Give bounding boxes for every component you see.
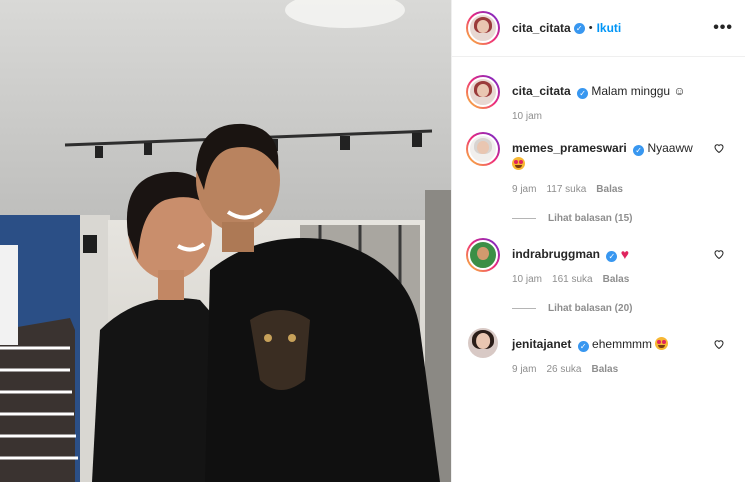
- post-photo[interactable]: [0, 0, 451, 482]
- avatar-face: [477, 140, 489, 155]
- author-avatar-image: [468, 13, 498, 43]
- heart-icon[interactable]: [713, 248, 725, 260]
- heart-icon[interactable]: [713, 338, 725, 350]
- post-header: cita_citata ✓ • Ikuti •••: [452, 0, 745, 57]
- comment-item: indrabruggman ✓ ♥ 10 jam 161 suka Balas: [466, 238, 733, 285]
- reply-button[interactable]: Balas: [596, 184, 623, 195]
- view-replies-label: Lihat balasan (15): [548, 213, 633, 224]
- avatar-face: [477, 19, 489, 34]
- view-replies-label: Lihat balasan (20): [548, 303, 633, 314]
- post-side-panel: cita_citata ✓ • Ikuti ••• cita_citata ✓: [451, 0, 745, 482]
- comment-likes[interactable]: 117 suka: [546, 184, 586, 195]
- comment-body: jenitajanet ✓ ehemmmm 9 jam 26 suka Bala…: [512, 328, 733, 375]
- comment-meta: 9 jam 26 suka Balas: [512, 364, 733, 375]
- comment-avatar[interactable]: [468, 328, 498, 358]
- caption-text: Malam minggu ☺: [591, 84, 686, 98]
- verified-badge-icon: ✓: [633, 145, 645, 156]
- verified-badge-icon: ✓: [606, 251, 618, 262]
- star-struck-emoji-icon: [655, 337, 669, 350]
- caption-avatar[interactable]: [466, 75, 500, 109]
- comment-text: Nyaaww: [647, 141, 693, 155]
- photo-illustration: [0, 0, 451, 482]
- author-username[interactable]: cita_citata: [512, 21, 571, 35]
- comment-meta: 10 jam 161 suka Balas: [512, 274, 733, 285]
- comment-time[interactable]: 9 jam: [512, 364, 536, 375]
- comment-time[interactable]: 9 jam: [512, 184, 536, 195]
- comment-text: ehemmmm: [592, 337, 653, 351]
- red-heart-emoji-icon: ♥: [620, 246, 630, 262]
- comment-username[interactable]: jenitajanet: [512, 337, 571, 351]
- comment-meta: 9 jam 117 suka Balas: [512, 184, 733, 195]
- comment-text-line: jenitajanet ✓ ehemmmm: [512, 336, 733, 352]
- view-replies-button[interactable]: Lihat balasan (15): [512, 213, 733, 224]
- replies-divider: [512, 308, 536, 309]
- avatar-face: [477, 246, 489, 261]
- more-options-icon[interactable]: •••: [713, 19, 733, 37]
- star-struck-emoji-icon: [512, 157, 525, 170]
- caption-row: cita_citata ✓ Malam minggu ☺ 10 jam: [466, 75, 733, 122]
- avatar-face: [476, 333, 490, 349]
- verified-badge-icon: ✓: [573, 22, 585, 34]
- view-replies-button[interactable]: Lihat balasan (20): [512, 303, 733, 314]
- comment-avatar-image: [468, 134, 498, 164]
- comment-time[interactable]: 10 jam: [512, 274, 542, 285]
- comment-text-line: memes_prameswari ✓ Nyaaww: [512, 140, 733, 172]
- caption-username[interactable]: cita_citata: [512, 84, 571, 98]
- comments-list: cita_citata ✓ Malam minggu ☺ 10 jam meme…: [452, 58, 745, 482]
- comment-avatar[interactable]: [466, 238, 500, 272]
- comment-item: memes_prameswari ✓ Nyaaww 9 jam 117 suka…: [466, 132, 733, 195]
- comment-username[interactable]: memes_prameswari: [512, 141, 627, 155]
- caption-body: cita_citata ✓ Malam minggu ☺ 10 jam: [512, 75, 733, 122]
- replies-divider: [512, 218, 536, 219]
- comment-likes[interactable]: 26 suka: [546, 364, 581, 375]
- comment-avatar-image: [468, 240, 498, 270]
- comment-body: indrabruggman ✓ ♥ 10 jam 161 suka Balas: [512, 238, 733, 285]
- author-avatar[interactable]: [466, 11, 500, 45]
- caption-avatar-image: [468, 77, 498, 107]
- avatar-face: [477, 83, 489, 98]
- reply-button[interactable]: Balas: [591, 364, 618, 375]
- heart-icon[interactable]: [713, 142, 725, 154]
- reply-button[interactable]: Balas: [603, 274, 630, 285]
- verified-badge-icon: ✓: [577, 341, 589, 352]
- comment-item: jenitajanet ✓ ehemmmm 9 jam 26 suka Bala…: [466, 328, 733, 375]
- verified-badge-icon: ✓: [577, 88, 589, 99]
- comment-text-line: indrabruggman ✓ ♥: [512, 246, 733, 262]
- instagram-post: cita_citata ✓ • Ikuti ••• cita_citata ✓: [0, 0, 745, 482]
- comment-avatar[interactable]: [466, 132, 500, 166]
- comment-likes[interactable]: 161 suka: [552, 274, 593, 285]
- caption-meta: 10 jam: [512, 111, 733, 122]
- follow-button[interactable]: Ikuti: [597, 21, 622, 35]
- comment-username[interactable]: indrabruggman: [512, 247, 600, 261]
- caption-text-line: cita_citata ✓ Malam minggu ☺: [512, 83, 733, 99]
- comment-body: memes_prameswari ✓ Nyaaww 9 jam 117 suka…: [512, 132, 733, 195]
- separator-dot: •: [588, 22, 593, 34]
- caption-time[interactable]: 10 jam: [512, 111, 542, 122]
